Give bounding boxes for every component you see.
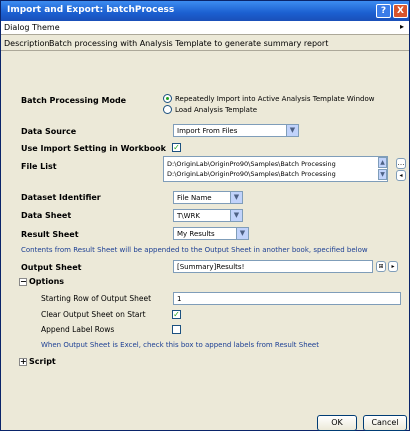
use-import-checkbox[interactable]: ✓	[172, 143, 181, 152]
data-source-label: Data Source	[21, 127, 77, 136]
mode-option-load: Load Analysis Template	[175, 106, 258, 114]
append-label-rows-label: Append Label Rows	[41, 325, 115, 334]
output-sheet-row: Output Sheet	[13, 260, 163, 275]
file-list-line: D:\OriginLab\OriginPro90\Samples\Batch P…	[167, 170, 336, 178]
description-key: Description	[4, 39, 50, 48]
batch-mode-label: Batch Processing Mode	[21, 96, 127, 105]
file-list-box[interactable]: D:\OriginLab\OriginPro90\Samples\Batch P…	[163, 156, 388, 182]
dataset-identifier-label: Dataset Identifier	[21, 193, 101, 202]
mode-option-repeat: Repeatedly Import into Active Analysis T…	[175, 95, 375, 103]
file-list-line: D:\OriginLab\OriginPro90\Samples\Batch P…	[167, 160, 336, 168]
chevron-down-icon: ▼	[230, 210, 242, 221]
file-list-row: File List	[13, 159, 163, 174]
description-value: Batch processing with Analysis Template …	[49, 39, 329, 48]
clear-output-label: Clear Output Sheet on Start	[41, 310, 146, 319]
use-import-row: Use Import Setting in Workbook	[13, 141, 405, 156]
output-sheet-menu-button[interactable]: ▸	[388, 261, 398, 272]
output-sheet-label: Output Sheet	[21, 263, 82, 272]
chevron-down-icon: ▼	[236, 228, 248, 239]
dialog-theme-bar[interactable]: Dialog Theme ▸	[1, 21, 409, 35]
dataset-identifier-value: File Name	[177, 194, 212, 202]
starting-row-label: Starting Row of Output Sheet	[41, 294, 152, 303]
file-list-scroll-down[interactable]: ▼	[378, 169, 387, 180]
result-sheet-select[interactable]: My Results ▼	[173, 227, 249, 240]
options-label: Options	[29, 277, 65, 286]
description-bar: Description Batch processing with Analys…	[1, 35, 409, 51]
chevron-down-icon: ▼	[230, 192, 242, 203]
data-source-value: Import From Files	[177, 127, 238, 135]
data-sheet-value: T\WRK	[177, 212, 201, 220]
clear-output-checkbox[interactable]: ✓	[172, 310, 181, 319]
help-button[interactable]: ?	[376, 4, 391, 18]
append-label-rows-checkbox[interactable]	[172, 325, 181, 334]
data-sheet-label: Data Sheet	[21, 211, 72, 220]
dataset-identifier-row: Dataset Identifier	[13, 190, 163, 205]
file-browse-button[interactable]: …	[396, 158, 406, 169]
excel-append-note: When Output Sheet is Excel, check this b…	[41, 341, 319, 349]
use-import-label: Use Import Setting in Workbook	[21, 144, 166, 153]
result-sheet-label: Result Sheet	[21, 230, 79, 239]
starting-row-field[interactable]: 1	[173, 292, 401, 305]
data-source-select[interactable]: Import From Files ▼	[173, 124, 299, 137]
file-list-scroll-up[interactable]: ▲	[378, 157, 387, 168]
dataset-identifier-select[interactable]: File Name ▼	[173, 191, 243, 204]
theme-arrow-icon[interactable]: ▸	[400, 22, 404, 31]
file-list-label: File List	[21, 162, 57, 171]
window-title: Import and Export: batchProcess	[7, 5, 175, 15]
data-sheet-select[interactable]: T\WRK ▼	[173, 209, 243, 222]
mode-radio-repeat[interactable]	[163, 94, 172, 103]
script-section-header[interactable]: + Script	[19, 357, 56, 366]
collapse-icon: −	[19, 277, 27, 286]
mode-radio-load[interactable]	[163, 105, 172, 114]
output-sheet-pick-button[interactable]: ⊞	[376, 261, 386, 272]
options-section-header[interactable]: − Options	[19, 277, 64, 286]
expand-icon: +	[19, 357, 27, 366]
result-sheet-note: Contents from Result Sheet will be appen…	[21, 246, 368, 254]
dialog-window: Import and Export: batchProcess ? X Dial…	[0, 0, 410, 431]
dialog-theme-label: Dialog Theme	[4, 23, 60, 32]
script-label: Script	[29, 357, 56, 366]
output-sheet-field[interactable]: [Summary]Results!	[173, 260, 373, 273]
close-button[interactable]: X	[393, 4, 408, 18]
data-sheet-row: Data Sheet	[13, 208, 163, 223]
file-options-button[interactable]: ◂	[396, 170, 406, 181]
starting-row-value: 1	[177, 295, 182, 303]
cancel-button[interactable]: Cancel	[363, 415, 407, 431]
chevron-down-icon: ▼	[286, 125, 298, 136]
title-bar: Import and Export: batchProcess ? X	[1, 1, 409, 21]
ok-button[interactable]: OK	[317, 415, 357, 431]
result-sheet-value: My Results	[177, 230, 215, 238]
output-sheet-value: [Summary]Results!	[177, 263, 245, 271]
result-sheet-row: Result Sheet	[13, 227, 163, 242]
